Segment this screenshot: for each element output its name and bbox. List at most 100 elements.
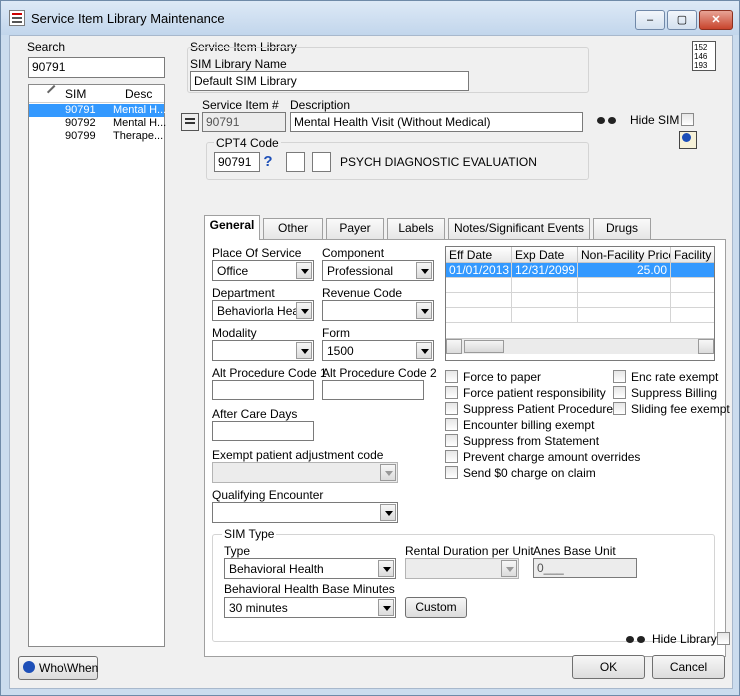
enc-rate-exempt-checkbox[interactable]	[613, 370, 626, 383]
fee-grid[interactable]: Eff Date Exp Date Non-Facility Price Fac…	[445, 246, 715, 361]
grid-cell[interactable]	[512, 293, 578, 308]
list-item-desc: Mental H...	[113, 104, 167, 116]
force-patient-resp-checkbox[interactable]	[445, 386, 458, 399]
grid-header[interactable]: Facility P	[671, 247, 714, 263]
cpt4-code-field[interactable]: 90791	[214, 152, 260, 172]
form-select[interactable]: 1500	[322, 340, 434, 361]
alt-proc-2-field[interactable]	[322, 380, 424, 400]
sliding-fee-exempt-label: Sliding fee exempt	[631, 402, 730, 416]
chevron-down-icon	[380, 464, 396, 481]
modality-select[interactable]	[212, 340, 314, 361]
grid-cell[interactable]	[671, 308, 714, 323]
tab-payer[interactable]: Payer	[326, 218, 384, 239]
tab-other[interactable]: Other	[263, 218, 323, 239]
force-to-paper-checkbox[interactable]	[445, 370, 458, 383]
help-icon[interactable]: ?	[261, 153, 275, 171]
grid-cell[interactable]	[671, 263, 714, 278]
grid-cell[interactable]	[446, 308, 512, 323]
client-area: Search 90791 SIM Desc 90791 Mental H... …	[9, 35, 733, 689]
after-care-field[interactable]	[212, 421, 314, 441]
grid-cell[interactable]	[512, 278, 578, 293]
place-of-service-value: Office	[217, 264, 249, 278]
cancel-button[interactable]: Cancel	[652, 655, 725, 679]
grid-cell[interactable]	[671, 278, 714, 293]
tab-labels[interactable]: Labels	[387, 218, 445, 239]
grid-horizontal-scrollbar[interactable]	[446, 338, 714, 354]
list-item[interactable]: 90791 Mental H...	[29, 104, 167, 117]
minimize-button[interactable]: ‒	[635, 10, 665, 30]
scroll-left-icon[interactable]	[446, 339, 462, 354]
suppress-from-statement-checkbox[interactable]	[445, 434, 458, 447]
description-field[interactable]: Mental Health Visit (Without Medical)	[290, 112, 583, 132]
maximize-button[interactable]: ▢	[667, 10, 697, 30]
col-header-sim[interactable]: SIM	[65, 87, 86, 101]
tab-notes[interactable]: Notes/Significant Events	[448, 218, 590, 239]
place-of-service-select[interactable]: Office	[212, 260, 314, 281]
hide-library-checkbox[interactable]	[717, 632, 730, 645]
alt-proc-1-field[interactable]	[212, 380, 314, 400]
bh-minutes-label: Behavioral Health Base Minutes	[224, 582, 395, 596]
grid-cell[interactable]	[578, 278, 671, 293]
ok-button[interactable]: OK	[572, 655, 645, 679]
prevent-overrides-checkbox[interactable]	[445, 450, 458, 463]
department-label: Department	[212, 286, 275, 300]
search-input[interactable]: 90791	[28, 57, 165, 78]
sim-type-select[interactable]: Behavioral Health	[224, 558, 396, 579]
suppress-billing-checkbox[interactable]	[613, 386, 626, 399]
list-item[interactable]: 90799 Therape...	[29, 130, 164, 143]
grid-cell[interactable]: 12/31/2099	[512, 263, 578, 278]
window-title: Service Item Library Maintenance	[31, 11, 225, 26]
grid-cell[interactable]	[671, 293, 714, 308]
bh-minutes-select[interactable]: 30 minutes	[224, 597, 396, 618]
grid-cell[interactable]	[578, 293, 671, 308]
grid-cell[interactable]	[446, 293, 512, 308]
exempt-adj-select[interactable]	[212, 462, 398, 483]
who-when-button[interactable]: Who\When	[18, 656, 98, 680]
chevron-down-icon	[296, 302, 312, 319]
notes-icon[interactable]	[181, 113, 199, 131]
info-icon[interactable]	[679, 131, 697, 149]
library-name-field[interactable]: Default SIM Library	[190, 71, 469, 91]
grid-cell[interactable]	[446, 278, 512, 293]
calendar-icon[interactable]: 152 146 193	[692, 41, 716, 71]
grid-cell[interactable]: 25.00	[578, 263, 671, 278]
grid-cell[interactable]	[578, 308, 671, 323]
grid-header[interactable]: Non-Facility Price	[578, 247, 671, 263]
exempt-adj-label: Exempt patient adjustment code	[212, 448, 384, 462]
sim-list[interactable]: SIM Desc 90791 Mental H... 90792 Mental …	[28, 84, 167, 647]
general-panel: Place Of Service Office Component Profes…	[204, 239, 730, 657]
revenue-code-select[interactable]	[322, 300, 434, 321]
grid-cell[interactable]	[512, 308, 578, 323]
hide-sim-checkbox[interactable]	[681, 113, 694, 126]
rental-duration-select[interactable]	[405, 558, 519, 579]
col-header-desc[interactable]: Desc	[125, 87, 152, 101]
department-select[interactable]: Behaviorla Hea	[212, 300, 314, 321]
pin-icon	[46, 84, 62, 100]
cpt4-modifier-1[interactable]	[286, 152, 305, 172]
sliding-fee-exempt-checkbox[interactable]	[613, 402, 626, 415]
qualifying-select[interactable]	[212, 502, 398, 523]
component-select[interactable]: Professional	[322, 260, 434, 281]
suppress-from-statement-label: Suppress from Statement	[463, 434, 600, 448]
custom-button[interactable]: Custom	[405, 597, 467, 618]
cpt4-modifier-2[interactable]	[312, 152, 331, 172]
send-zero-charge-checkbox[interactable]	[445, 466, 458, 479]
encounter-billing-exempt-checkbox[interactable]	[445, 418, 458, 431]
grid-header[interactable]: Eff Date	[446, 247, 512, 263]
chevron-down-icon	[416, 302, 432, 319]
scroll-thumb[interactable]	[464, 340, 504, 353]
tab-general[interactable]: General	[204, 215, 260, 240]
list-item-sim: 90791	[65, 104, 96, 116]
chevron-down-icon	[416, 342, 432, 359]
anes-base-unit-field[interactable]: 0___	[533, 558, 637, 578]
grid-header[interactable]: Exp Date	[512, 247, 578, 263]
scroll-right-icon[interactable]	[698, 339, 714, 354]
list-item[interactable]: 90792 Mental H...	[29, 117, 166, 130]
tab-drugs[interactable]: Drugs	[593, 218, 651, 239]
revenue-code-label: Revenue Code	[322, 286, 403, 300]
cpt4-label: CPT4 Code	[214, 136, 281, 150]
close-button[interactable]: ✕	[699, 10, 733, 30]
grid-cell[interactable]: 01/01/2013	[446, 263, 512, 278]
suppress-patient-proc-checkbox[interactable]	[445, 402, 458, 415]
chevron-down-icon	[378, 599, 394, 616]
